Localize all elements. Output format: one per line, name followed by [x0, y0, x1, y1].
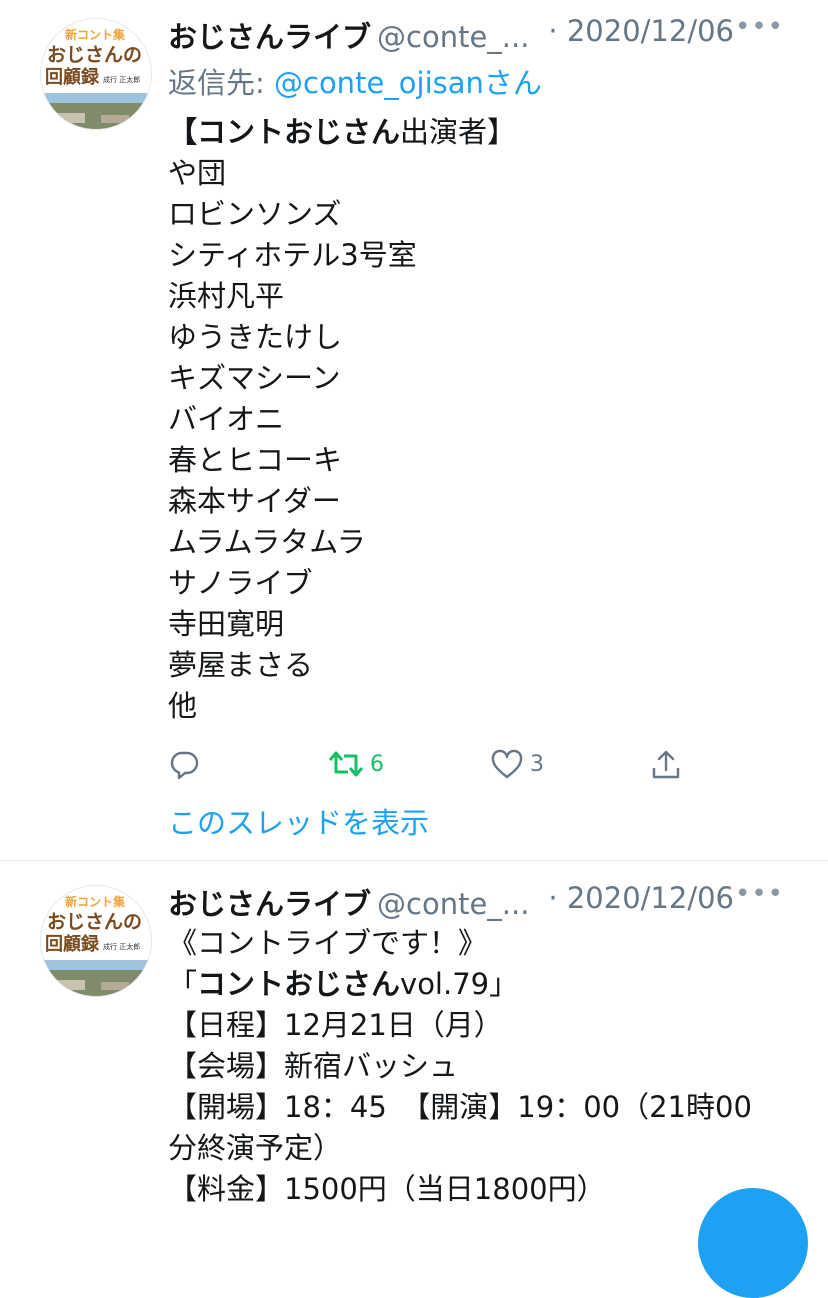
tweet-text: 【コントおじさん出演者】 や団 ロビンソンズ シティホテル3号室 浜村凡平 ゆう… [168, 112, 788, 727]
avatar-main-text: おじさんの [47, 44, 142, 66]
avatar-top-text: 新コント集 [65, 27, 126, 42]
show-thread-link[interactable]: このスレッドを表示 [168, 800, 429, 842]
tweet-1[interactable]: 新コント集 おじさんの 回顧録 成行 正太郎 おじさんライブ @conte_...… [0, 0, 828, 860]
tweet-line: 【会場】新宿バッシュ [168, 1049, 459, 1083]
avatar-author-text: 成行 正太郎 [103, 942, 140, 951]
tweet-2[interactable]: 新コント集 おじさんの 回顧録 成行 正太郎 おじさんライブ @conte_...… [0, 861, 828, 1217]
retweet-icon [328, 751, 364, 777]
tweet-title-bold: コントおじさん [197, 967, 401, 1001]
avatar[interactable]: 新コント集 おじさんの 回顧録 成行 正太郎 [40, 885, 152, 997]
avatar[interactable]: 新コント集 おじさんの 回顧録 成行 正太郎 [40, 18, 152, 130]
performer-line: シティホテル3号室 [168, 238, 417, 272]
share-icon [652, 750, 680, 779]
tweet-actions: 6 3 [168, 744, 688, 784]
tweet-line: 分終演予定） [168, 1131, 343, 1165]
reply-button[interactable] [168, 744, 200, 784]
performer-line: サノライブ [168, 566, 313, 600]
performer-line: 寺田寛明 [168, 607, 285, 641]
reply-context: 返信先: @conte_ojisanさん [168, 60, 542, 102]
avatar-author-text: 成行 正太郎 [103, 75, 140, 84]
display-name[interactable]: おじさんライブ [168, 20, 371, 54]
user-handle[interactable]: @conte_... [377, 887, 529, 921]
tweet-title-rest: vol.79」 [400, 967, 519, 1001]
tweet-line: 《コントライブです！》 [168, 926, 488, 960]
tweet-title: 「コントおじさんvol.79」 [168, 964, 788, 1005]
tweet-header: おじさんライブ @conte_... · 2020/12/06 ••• [168, 12, 828, 54]
tweet-title-rest: 出演者】 [400, 115, 517, 149]
display-name[interactable]: おじさんライブ [168, 887, 371, 921]
like-count: 3 [530, 751, 544, 777]
reply-icon [170, 751, 199, 780]
heart-icon [491, 749, 523, 779]
performer-line: ゆうきたけし [168, 320, 343, 354]
avatar-main-text: おじさんの [47, 911, 142, 933]
tweet-text: 《コントライブです！》 「コントおじさんvol.79」 【日程】12月21日（月… [168, 923, 788, 1210]
tweet-title: 【コントおじさん出演者】 [168, 112, 788, 153]
tweet-title-bold: 【コントおじさん [168, 115, 401, 149]
tweet-line: 【日程】12月21日（月） [168, 1008, 503, 1042]
reply-suffix: さん [483, 66, 542, 100]
reply-mention-link[interactable]: @conte_ojisan [274, 66, 484, 100]
like-button[interactable]: 3 [490, 744, 544, 784]
performer-line: 夢屋まさる [168, 648, 314, 682]
performer-line: 森本サイダー [168, 484, 341, 518]
share-button[interactable] [650, 744, 682, 784]
reply-prefix: 返信先: [168, 66, 274, 100]
more-options-icon[interactable]: ••• [735, 879, 784, 909]
performer-line: ロビンソンズ [168, 197, 342, 231]
more-options-icon[interactable]: ••• [735, 12, 784, 42]
avatar-main-text-2: 回顧録 [45, 66, 100, 88]
tweet-header: おじさんライブ @conte_... · 2020/12/06 ••• [168, 879, 828, 921]
avatar-top-text: 新コント集 [65, 894, 126, 909]
retweet-button[interactable]: 6 [328, 744, 384, 784]
performer-line: 他 [168, 689, 198, 723]
tweet-date[interactable]: · 2020/12/06 [548, 881, 734, 915]
tweet-line: 【開場】18：45 【開演】19：00（21時00 [168, 1090, 752, 1124]
user-handle[interactable]: @conte_... [377, 20, 529, 54]
performer-line: キズマシーン [168, 361, 341, 395]
performer-line: や団 [168, 156, 227, 190]
compose-tweet-button[interactable] [698, 1188, 808, 1298]
tweet-date[interactable]: · 2020/12/06 [548, 14, 734, 48]
avatar-main-text-2: 回顧録 [45, 933, 100, 955]
tweet-line: 【料金】1500円（当日1800円） [168, 1172, 606, 1206]
retweet-count: 6 [370, 751, 384, 777]
performer-line: ムラムラタムラ [168, 525, 366, 559]
performer-line: 浜村凡平 [168, 279, 285, 313]
performer-line: バイオニ [168, 402, 285, 436]
performer-line: 春とヒコーキ [168, 443, 343, 477]
tweet-title-open: 「 [168, 967, 198, 1001]
